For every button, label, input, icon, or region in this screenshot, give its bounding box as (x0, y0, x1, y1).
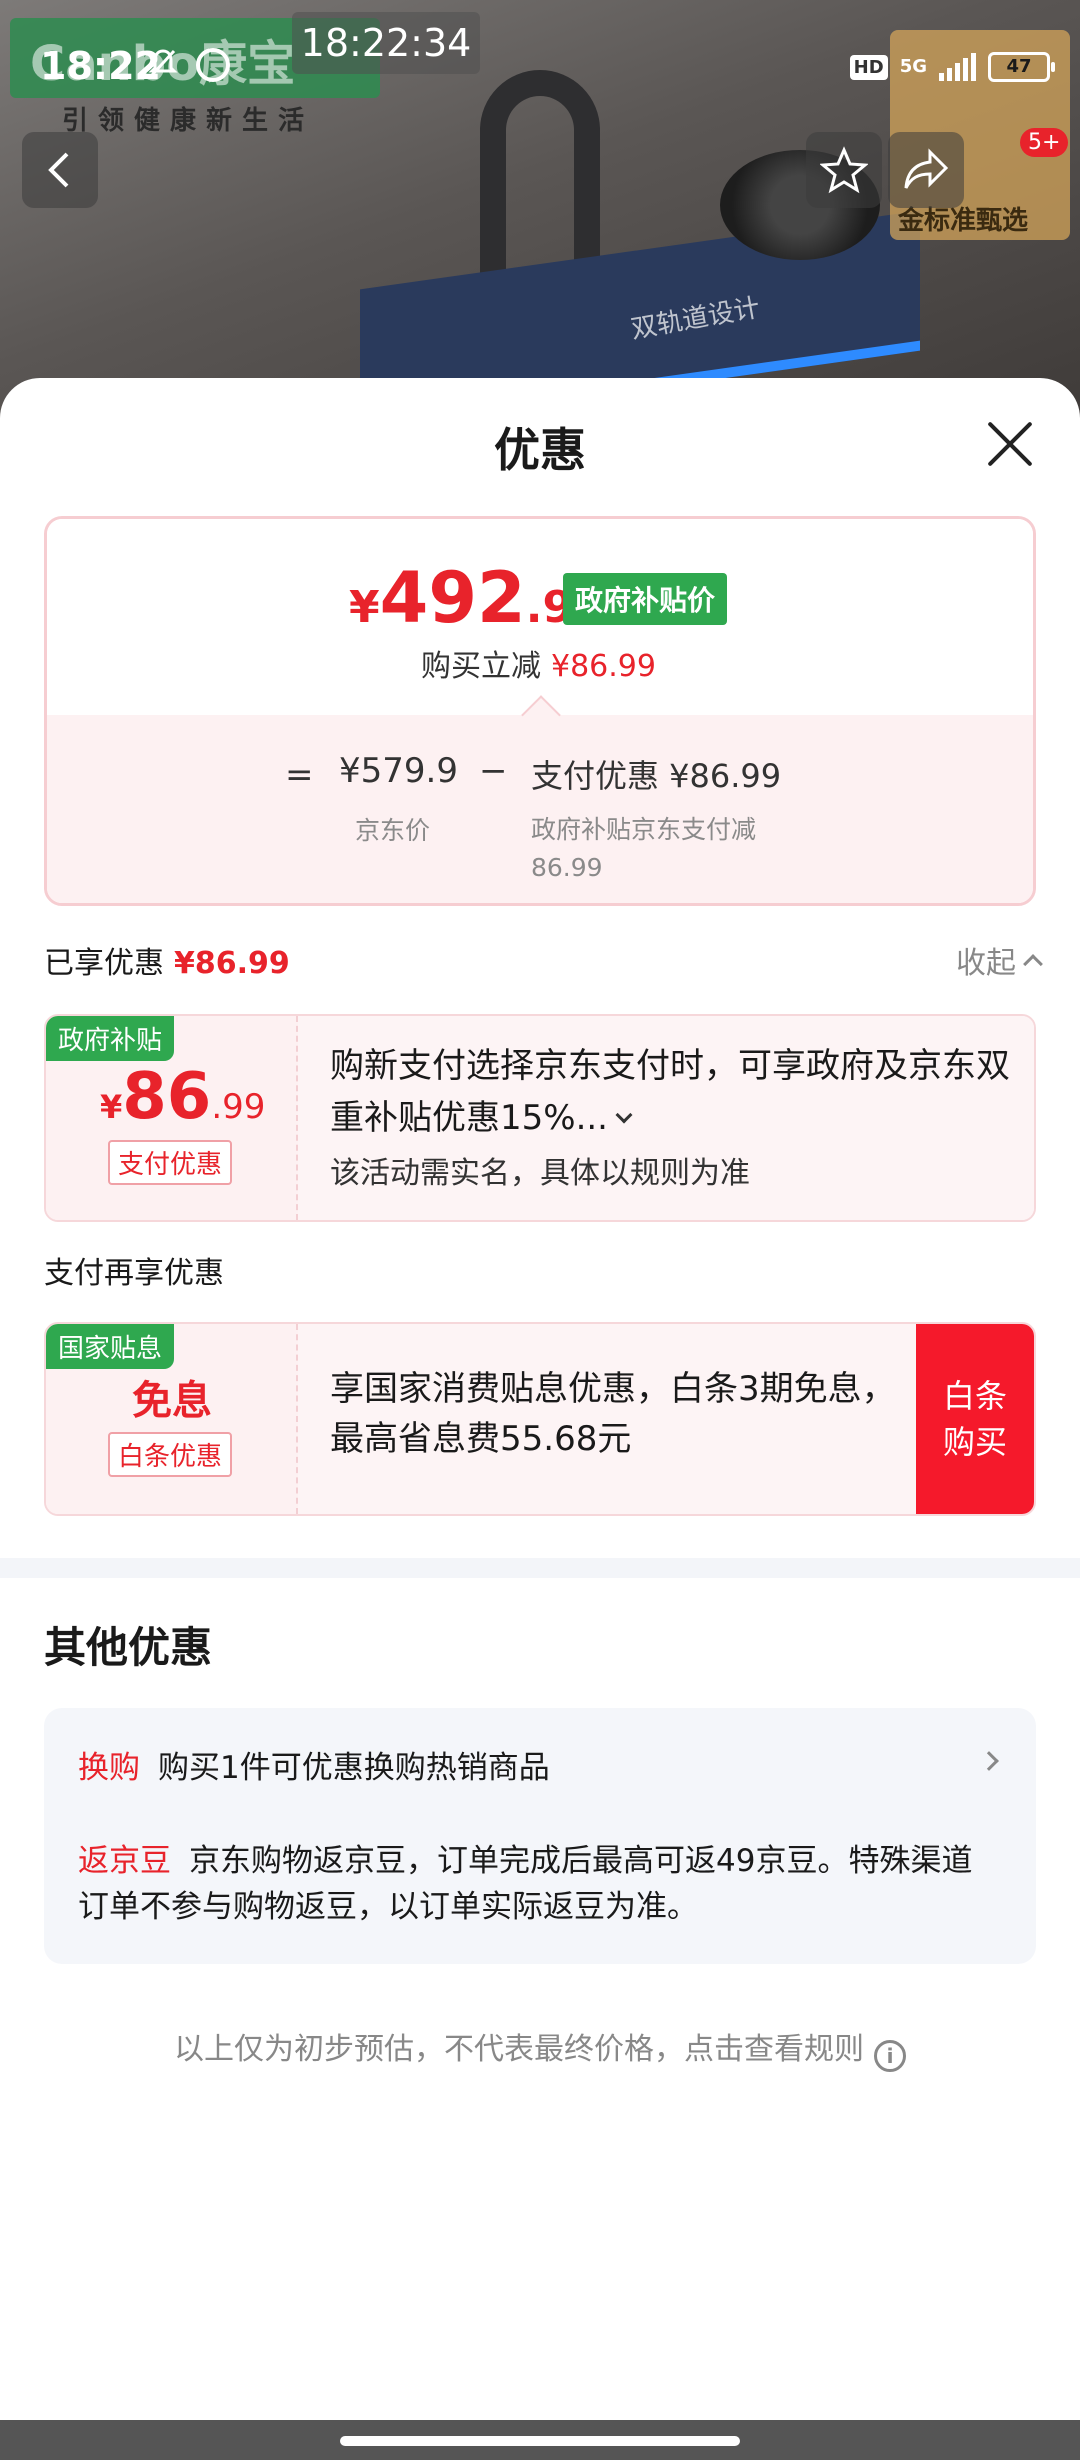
status-bar-right: HD 5G 47 (849, 52, 1055, 82)
chevron-right-icon[interactable] (979, 1751, 999, 1771)
national-subsidy-corner-tag: 国家贴息 (46, 1324, 175, 1369)
alarm-icon (196, 48, 230, 82)
currency-symbol: ¥ (349, 582, 380, 633)
jd-bean-offer: 返京豆 京东购物返京豆，订单完成后最高可返49京豆。特殊渠道订单不参与购物返豆，以… (78, 1838, 998, 1930)
jd-price-label: 京东价 (355, 816, 431, 845)
back-button[interactable] (22, 132, 98, 208)
star-icon (820, 146, 868, 194)
cart-count-badge: 5+ (1020, 128, 1069, 157)
share-icon (904, 148, 949, 189)
enjoyed-value: ¥86.99 (174, 946, 290, 981)
coupon-amount-int: 86 (122, 1060, 212, 1134)
offer-tag: 返京豆 (78, 1843, 171, 1879)
coupon-description: 享国家消费贴息优惠，白条3期免息，最高省息费55.68元 (330, 1369, 896, 1459)
time-overlay: 18:22:34 (292, 12, 480, 74)
chevron-up-icon (1023, 954, 1043, 974)
chevron-left-icon (48, 152, 69, 188)
chevron-down-icon[interactable] (615, 1106, 633, 1124)
offer-tag: 换购 (78, 1750, 140, 1786)
coupon-currency: ¥ (100, 1088, 123, 1126)
sheet-title: 优惠 (494, 423, 586, 477)
price-integer: 492 (379, 557, 526, 639)
offers-sheet: 优惠 ¥492.91 政府补贴价 购买立减¥86.99 = ¥579.9 − 支… (0, 378, 1080, 2420)
gesture-bar (0, 2420, 1080, 2460)
offer-text: 购买1件可优惠换购热销商品 (158, 1750, 550, 1786)
home-indicator[interactable] (340, 2436, 740, 2446)
network-type: 5G (899, 56, 927, 77)
interest-free-coupon: 免息 白条优惠 国家贴息 享国家消费贴息优惠，白条3期免息，最高省息费55.68… (44, 1322, 1036, 1516)
baitiao-discount-tag: 白条优惠 (108, 1432, 233, 1477)
favorite-button[interactable] (806, 132, 882, 208)
pay-again-label: 支付再享优惠 (44, 1256, 224, 1291)
close-icon[interactable] (986, 420, 1034, 468)
share-button[interactable] (888, 132, 964, 208)
jd-price: ¥579.9 (339, 751, 458, 791)
buy-discount: 购买立减 ¥86.99 (421, 641, 656, 685)
battery-level: 47 (1006, 56, 1032, 77)
brand-slogan: 引领健康新生活 (62, 106, 315, 136)
rules-note[interactable]: 以上仅为初步预估，不代表最终价格，点击查看规则 i (0, 2024, 1080, 2072)
subsidy-coupon[interactable]: ¥86.99 支付优惠 政府补贴 购新支付选择京东支付时，可享政府及京东双重补贴… (44, 1014, 1036, 1222)
section-divider (0, 1558, 1080, 1578)
offer-text: 京东购物返京豆，订单完成后最高可返49京豆。特殊渠道订单不参与购物返豆，以订单实… (78, 1843, 973, 1925)
collapse-label: 收起 (956, 946, 1016, 981)
buy-discount-value: ¥86.99 (551, 649, 656, 684)
minus-sign: − (479, 751, 508, 791)
gov-subsidy-price-tag: 政府补贴价 (563, 573, 728, 625)
gov-subsidy-corner-tag: 政府补贴 (46, 1016, 175, 1061)
bell-off-icon (148, 48, 178, 78)
rules-note-text: 以上仅为初步预估，不代表最终价格，点击查看规则 (174, 2032, 864, 2067)
equals-sign: = (285, 755, 314, 795)
payment-discount-tag: 支付优惠 (108, 1140, 233, 1185)
coupon-right: 购新支付选择京东支付时，可享政府及京东双重补贴优惠15%... 该活动需实名，具… (298, 1016, 1034, 1220)
collapse-toggle[interactable]: 收起 (956, 938, 1043, 982)
coupon-description: 购新支付选择京东支付时，可享政府及京东双重补贴优惠15%... (330, 1040, 1010, 1144)
enjoyed-discount: 已享优惠 ¥86.99 (44, 938, 290, 982)
coupon-description-text: 购新支付选择京东支付时，可享政府及京东双重补贴优惠15%... (330, 1046, 1010, 1138)
trade-in-offer[interactable]: 换购 购买1件可优惠换购热销商品 (78, 1742, 550, 1787)
other-offers-list: 换购 购买1件可优惠换购热销商品 返京豆 京东购物返京豆，订单完成后最高可返49京豆… (44, 1708, 1036, 1964)
payment-discount-label: 政府补贴京东支付减86.99 (531, 815, 757, 882)
signal-icon (939, 53, 976, 81)
coupon-note: 该活动需实名，具体以规则为准 (330, 1156, 750, 1191)
buy-discount-label: 购买立减 (421, 649, 541, 684)
price-summary: ¥492.91 政府补贴价 购买立减¥86.99 (47, 519, 1033, 715)
coupon-amount-dec: .99 (211, 1087, 266, 1127)
other-offers-title: 其他优惠 (44, 1623, 213, 1672)
payment-discount: 支付优惠 ¥86.99 (531, 757, 782, 795)
hd-icon: HD (849, 54, 888, 80)
coupon-right: 享国家消费贴息优惠，白条3期免息，最高省息费55.68元 白条购买 (298, 1324, 1034, 1514)
enjoyed-label: 已享优惠 (44, 946, 164, 981)
baitiao-buy-button[interactable]: 白条购买 (916, 1324, 1034, 1514)
price-breakdown-card: ¥492.91 政府补贴价 购买立减¥86.99 = ¥579.9 − 支付优惠… (44, 516, 1036, 906)
coupon-amount: ¥86.99 (100, 1060, 265, 1134)
battery-icon: 47 (988, 52, 1055, 82)
info-icon: i (874, 2040, 906, 2072)
price-formula: = ¥579.9 − 支付优惠 ¥86.99 京东价 政府补贴京东支付减86.9… (47, 715, 1033, 903)
interest-free-title: 免息 (132, 1378, 212, 1424)
status-time: 18:22 (40, 44, 161, 88)
